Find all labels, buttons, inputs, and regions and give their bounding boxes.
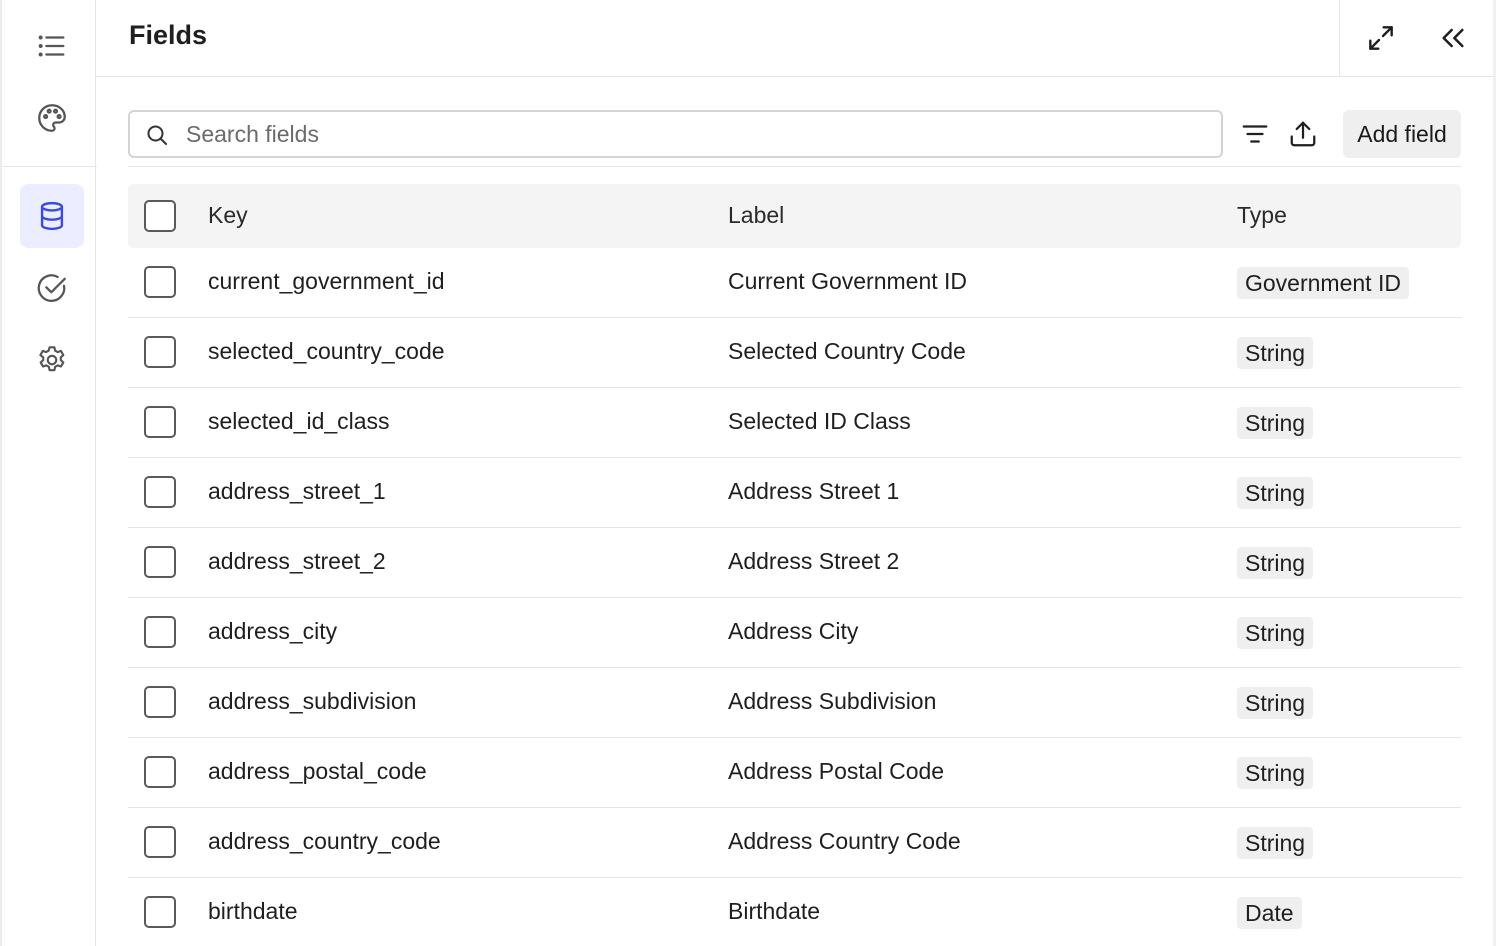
table-row[interactable]: address_city Address City String xyxy=(128,598,1461,668)
field-type-cell: String xyxy=(1237,337,1314,369)
toolbar-divider xyxy=(128,166,1461,167)
type-badge: String xyxy=(1237,337,1314,369)
field-key: address_postal_code xyxy=(208,758,427,784)
field-key: address_city xyxy=(208,618,338,644)
field-type-cell: String xyxy=(1237,617,1314,649)
row-checkbox[interactable] xyxy=(144,686,176,718)
field-label: Address Postal Code xyxy=(728,758,945,784)
field-label: Address City xyxy=(728,618,859,644)
row-checkbox[interactable] xyxy=(144,826,176,858)
upload-icon xyxy=(1290,121,1316,147)
checks-nav-button[interactable] xyxy=(20,256,84,320)
collapse-panel-button[interactable] xyxy=(1433,18,1473,58)
field-type-cell: String xyxy=(1237,827,1314,859)
table-row[interactable]: address_street_1 Address Street 1 String xyxy=(128,458,1461,528)
type-badge: String xyxy=(1237,827,1314,859)
field-label: Current Government ID xyxy=(728,268,968,294)
list-icon xyxy=(38,35,65,57)
type-badge: String xyxy=(1237,687,1314,719)
table-body: current_government_id Current Government … xyxy=(128,248,1461,946)
list-nav-button[interactable] xyxy=(20,14,84,78)
page-title: Fields xyxy=(129,20,208,50)
table-row[interactable]: current_government_id Current Government … xyxy=(128,248,1461,318)
filter-button[interactable] xyxy=(1237,116,1273,152)
table-row[interactable]: selected_country_code Selected Country Co… xyxy=(128,318,1461,388)
table-row[interactable]: selected_id_class Selected ID Class String xyxy=(128,388,1461,458)
row-checkbox[interactable] xyxy=(144,616,176,648)
row-checkbox[interactable] xyxy=(144,476,176,508)
field-label: Birthdate xyxy=(728,898,821,924)
field-key: address_street_2 xyxy=(208,548,386,574)
theme-nav-button[interactable] xyxy=(20,86,84,150)
type-badge: String xyxy=(1237,617,1314,649)
field-label: Selected Country Code xyxy=(728,338,966,364)
field-label: Address Country Code xyxy=(728,828,961,854)
field-key: address_street_1 xyxy=(208,478,386,504)
database-icon xyxy=(40,201,64,231)
field-label: Selected ID Class xyxy=(728,408,911,434)
field-key: selected_id_class xyxy=(208,408,390,434)
expand-button[interactable] xyxy=(1361,18,1401,58)
table-row[interactable]: address_postal_code Address Postal Code St… xyxy=(128,738,1461,808)
field-key: address_country_code xyxy=(208,828,441,854)
field-type-cell: Date xyxy=(1237,897,1302,929)
field-key: birthdate xyxy=(208,898,298,924)
type-badge: Government ID xyxy=(1237,267,1409,299)
panel-header: Fields xyxy=(96,0,1496,77)
select-all-checkbox[interactable] xyxy=(144,200,176,232)
field-key: address_subdivision xyxy=(208,688,417,714)
palette-icon xyxy=(38,104,66,132)
field-label: Address Subdivision xyxy=(728,688,937,714)
left-rail xyxy=(0,0,97,946)
column-header-key: Key xyxy=(208,202,248,228)
rail-divider xyxy=(2,166,97,167)
header-divider xyxy=(1339,0,1340,77)
type-badge: String xyxy=(1237,407,1314,439)
add-field-button[interactable]: Add field xyxy=(1343,110,1461,158)
row-checkbox[interactable] xyxy=(144,266,176,298)
field-type-cell: Government ID xyxy=(1237,267,1409,299)
table-header: Key Label Type xyxy=(128,184,1461,248)
field-type-cell: String xyxy=(1237,477,1314,509)
expand-icon xyxy=(1369,26,1393,50)
field-type-cell: String xyxy=(1237,547,1314,579)
field-type-cell: String xyxy=(1237,687,1314,719)
field-label: Address Street 2 xyxy=(728,548,900,574)
upload-button[interactable] xyxy=(1285,116,1321,152)
collapse-icon xyxy=(1442,28,1464,48)
type-badge: String xyxy=(1237,547,1314,579)
field-key: current_government_id xyxy=(208,268,445,294)
search-box[interactable] xyxy=(128,110,1223,158)
field-type-cell: String xyxy=(1237,757,1314,789)
row-checkbox[interactable] xyxy=(144,406,176,438)
row-checkbox[interactable] xyxy=(144,756,176,788)
search-input[interactable] xyxy=(186,116,1206,152)
row-checkbox[interactable] xyxy=(144,896,176,928)
field-key: selected_country_code xyxy=(208,338,445,364)
type-badge: Date xyxy=(1237,897,1302,929)
field-type-cell: String xyxy=(1237,407,1314,439)
fields-table: Key Label Type current_government_id Curr… xyxy=(128,184,1461,946)
data-nav-button[interactable] xyxy=(20,184,84,248)
gear-icon xyxy=(39,346,65,372)
type-badge: String xyxy=(1237,477,1314,509)
column-header-type: Type xyxy=(1237,202,1287,228)
table-row[interactable]: address_country_code Address Country Code… xyxy=(128,808,1461,878)
settings-nav-button[interactable] xyxy=(20,328,84,392)
search-icon xyxy=(147,125,167,145)
table-row[interactable]: address_street_2 Address Street 2 String xyxy=(128,528,1461,598)
column-header-label: Label xyxy=(728,202,785,228)
check-circle-icon xyxy=(37,274,66,302)
row-checkbox[interactable] xyxy=(144,546,176,578)
field-label: Address Street 1 xyxy=(728,478,900,504)
table-row[interactable]: address_subdivision Address Subdivision St… xyxy=(128,668,1461,738)
filter-icon xyxy=(1242,125,1268,143)
row-checkbox[interactable] xyxy=(144,336,176,368)
table-row[interactable]: birthdate Birthdate Date xyxy=(128,878,1461,946)
type-badge: String xyxy=(1237,757,1314,789)
